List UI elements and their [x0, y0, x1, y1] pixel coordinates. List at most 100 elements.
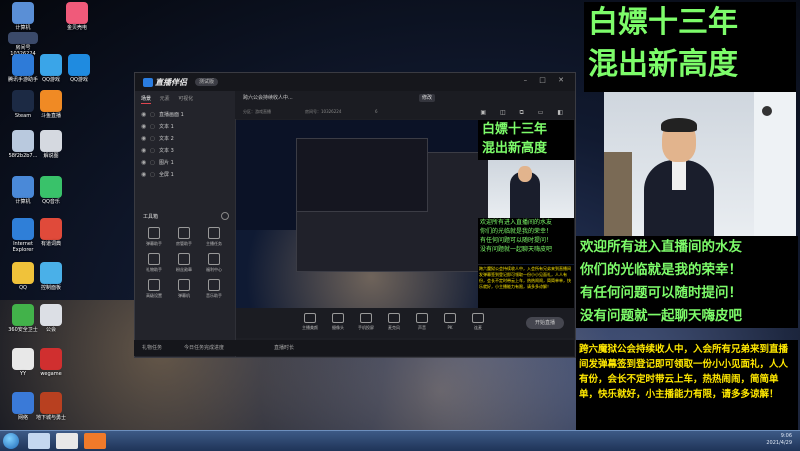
start-button[interactable]	[3, 433, 19, 449]
overlay-title: 白嫖十三年 混出新高度	[584, 2, 796, 92]
desktop-icon-area: 计算机 金贝壳电 房间号10326224 腾讯手游助手 QQ游戏 QQ游戏 St…	[0, 0, 120, 430]
tool-icon	[208, 279, 220, 291]
wall-clock	[762, 106, 772, 116]
status-duration: 直播时长	[274, 345, 295, 351]
tab-visual[interactable]: 可视化	[178, 96, 193, 102]
desktop-icon-youdao[interactable]: 有道词典	[30, 218, 72, 247]
app-brand: 直播伴侣	[143, 77, 187, 88]
tool-icon	[148, 253, 160, 265]
taskbar-app-browser[interactable]	[56, 433, 78, 449]
background-shelf	[604, 152, 632, 236]
toolbar-icons[interactable]: ▣ ◫ ⧉ ▭ ◧	[480, 109, 569, 117]
camera-icon	[332, 313, 344, 323]
tool-icon	[208, 253, 220, 265]
app-status-bar: 礼物任务 今日任务完成进度 直播时长	[134, 340, 574, 356]
eye-icon[interactable]: ◉	[141, 133, 146, 145]
window-controls[interactable]: – □ ✕	[524, 76, 569, 84]
welcome-line: 欢迎所有进入直播间的水友	[580, 239, 742, 255]
streamer	[644, 118, 714, 236]
app-sidebar: 场景 元素 可视化 ◉ ▢ 直播画面 1 ◉ ▢ 文本 1 ◉ ▢ 文本 2 ◉ ▢ 文本 3 …	[135, 91, 236, 357]
scene-row[interactable]: ◉ ▢ 文本 1	[139, 121, 231, 133]
welcome-line: 没有问题就一起聊天嗨皮吧	[580, 308, 742, 324]
eye-icon[interactable]: ◉	[141, 145, 146, 157]
nested-preview-window-inner	[296, 138, 428, 212]
mic-icon	[388, 313, 400, 323]
desktop-icon-control-panel[interactable]: 控制面板	[30, 262, 72, 291]
scene-row[interactable]: ◉ ▢ 图片 1	[139, 157, 231, 169]
desktop-icon-guild[interactable]: 公会	[30, 304, 72, 333]
scene-row[interactable]: ◉ ▢ 文本 2	[139, 133, 231, 145]
gear-icon[interactable]	[221, 212, 229, 220]
link-mic-button[interactable]: 连麦	[460, 313, 496, 331]
tool-icon	[148, 227, 160, 239]
tool-icon	[178, 279, 190, 291]
pk-icon	[444, 313, 456, 323]
eye-icon[interactable]: ◉	[141, 169, 146, 181]
room-id-label: 房间号：10326224	[305, 109, 342, 114]
tool-item[interactable]: 弹幕助手	[139, 227, 169, 247]
app-titlebar: 直播伴侣 测试版 – □ ✕	[135, 73, 575, 91]
preview-webcam	[488, 160, 574, 218]
tool-item[interactable]: 福利中心	[199, 253, 229, 273]
desktop-icon-computer[interactable]: 计算机	[2, 2, 44, 31]
tool-item[interactable]: 高级设置	[139, 279, 169, 299]
desktop-icon-qq-music[interactable]: QQ音乐	[30, 176, 72, 205]
tools-title: 工具箱	[143, 214, 159, 220]
overlay-notice: 跨六魔狱公会持续收人中，入会所有兄弟来到直播间发弹幕签到登记即可领取一份小小见面…	[576, 340, 798, 430]
lock-icon[interactable]: ▢	[150, 109, 155, 121]
overlay-title-line2: 混出新高度	[588, 47, 738, 82]
desktop-icon-image[interactable]: 解说图	[30, 130, 72, 159]
beauty-icon	[304, 313, 316, 323]
lock-icon[interactable]: ▢	[150, 157, 155, 169]
taskbar: 9:06 2021/4/29	[0, 430, 800, 451]
tool-icon	[178, 227, 190, 239]
desktop-icon-douyu[interactable]: 斗鱼直播	[30, 90, 72, 119]
scene-row[interactable]: ◉ ▢ 全屏 1	[139, 169, 231, 181]
background-curtain	[754, 92, 796, 236]
preview-notice-overlay: 跨六魔狱公会持续收人中，入会所有兄弟来到直播间发弹幕签到登记即可领取一份小小见面…	[478, 265, 574, 308]
stream-title: 跨六公会持续收人中...	[243, 95, 293, 101]
eye-icon[interactable]: ◉	[141, 121, 146, 133]
status-gift-task[interactable]: 礼物任务	[142, 344, 162, 351]
stream-title-bar: 跨六公会持续收人中... 修改	[235, 91, 575, 105]
eye-icon[interactable]: ◉	[141, 157, 146, 169]
tool-item[interactable]: 礼物助手	[139, 253, 169, 273]
taskbar-app-live[interactable]	[84, 433, 106, 449]
tool-item[interactable]: 粉丝勋章	[169, 253, 199, 273]
welcome-line: 有任何问题可以随时提问！	[580, 285, 742, 301]
stream-info-bar: 分区：游戏直播 房间号：10326224 6 ▣ ◫ ⧉ ▭ ◧	[235, 105, 575, 119]
scene-row[interactable]: ◉ ▢ 直播画面 1	[139, 109, 231, 121]
start-live-button[interactable]: 开始直播	[526, 317, 564, 329]
lock-icon[interactable]: ▢	[150, 169, 155, 181]
eye-icon[interactable]: ◉	[141, 109, 146, 121]
lock-icon[interactable]: ▢	[150, 133, 155, 145]
app-bottom-bar: 主播美颜 摄像头 手机投屏 麦克风 声音 PK 连麦 开始直播	[236, 308, 574, 338]
edit-title-button[interactable]: 修改	[419, 94, 436, 102]
tab-elements[interactable]: 元素	[160, 96, 170, 102]
desktop-icon-dnf[interactable]: 地下城与勇士	[30, 392, 72, 421]
preview-title-overlay: 白嫖十三年 混出新高度	[478, 120, 574, 160]
overlay-title-line1: 白嫖十三年	[588, 5, 738, 40]
clock[interactable]: 9:06 2021/4/29	[766, 433, 792, 447]
desktop-icon-app2[interactable]: 金贝壳电	[56, 2, 98, 31]
lock-icon[interactable]: ▢	[150, 145, 155, 157]
overlay-welcome-text: 欢迎所有进入直播间的水友 你们的光临就是我的荣幸！ 有任何问题可以随时提问！ 没…	[576, 236, 798, 328]
version-pill[interactable]: 测试版	[195, 78, 219, 86]
tool-item[interactable]: 音乐助手	[199, 279, 229, 299]
scene-list: ◉ ▢ 直播画面 1 ◉ ▢ 文本 1 ◉ ▢ 文本 2 ◉ ▢ 文本 3 ◉ ▢ 图片 1 ◉ ▢ 全…	[139, 109, 231, 181]
desktop-icon-wegame[interactable]: wegame	[30, 348, 72, 377]
tool-item[interactable]: 房管助手	[169, 227, 199, 247]
link-icon	[472, 313, 484, 323]
tab-scenes[interactable]: 场景	[141, 96, 152, 104]
desktop-icon-qq-game2[interactable]: QQ游戏	[58, 54, 100, 83]
scene-row[interactable]: ◉ ▢ 文本 3	[139, 145, 231, 157]
viewer-count: 6	[375, 109, 378, 114]
lock-icon[interactable]: ▢	[150, 121, 155, 133]
phone-icon	[360, 313, 372, 323]
welcome-line: 你们的光临就是我的荣幸！	[580, 262, 742, 278]
tool-item[interactable]: 主播任务	[199, 227, 229, 247]
taskbar-app-explorer[interactable]	[28, 433, 50, 449]
sidebar-tabs: 场景 元素 可视化	[141, 95, 200, 104]
tool-item[interactable]: 弹幕机	[169, 279, 199, 299]
app-logo-icon	[143, 78, 153, 87]
